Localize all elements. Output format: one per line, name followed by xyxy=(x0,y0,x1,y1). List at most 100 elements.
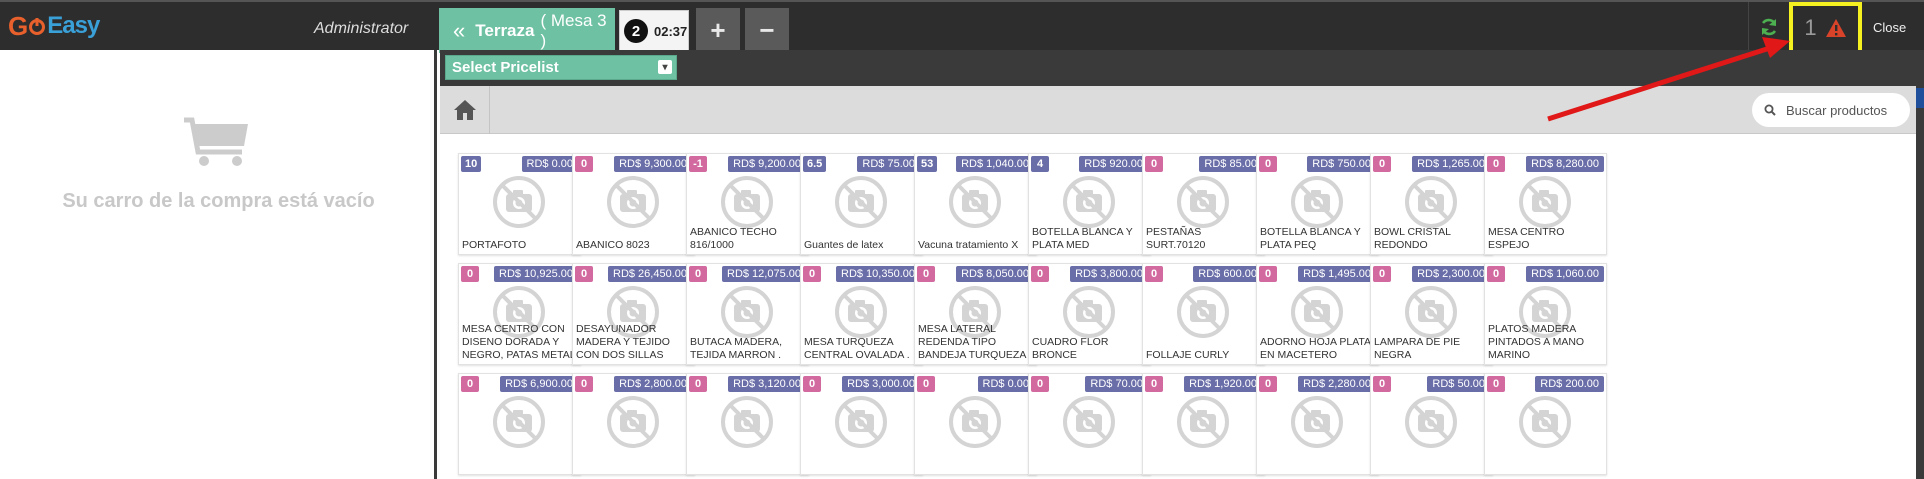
price-badge: RD$ 1,060.00 xyxy=(1526,266,1604,282)
scrollbar-thumb[interactable] xyxy=(1916,88,1924,108)
product-card[interactable]: 0 RD$ 8,280.00 MESA CENTRO ESPEJO xyxy=(1484,153,1607,255)
proxy-alert-indicator[interactable]: 1 xyxy=(1789,2,1862,54)
no-photo-icon xyxy=(949,176,1001,228)
logo-easy: Easy xyxy=(47,12,100,39)
double-chevron-left-icon: « xyxy=(453,17,466,43)
product-name: FOLLAJE CURLY xyxy=(1146,349,1230,361)
product-card[interactable]: 0 RD$ 2,280.00 xyxy=(1256,373,1379,475)
product-card[interactable]: 53 RD$ 1,040.00 Vacuna tratamiento X xyxy=(914,153,1037,255)
price-badge: RD$ 9,200.00 xyxy=(728,156,806,172)
no-photo-icon xyxy=(1063,396,1115,448)
product-card[interactable]: 0 RD$ 3,000.00 xyxy=(800,373,923,475)
stock-qty-badge: 0 xyxy=(1373,376,1391,392)
product-card[interactable]: 0 RD$ 6,900.00 xyxy=(458,373,581,475)
price-badge: RD$ 3,120.00 xyxy=(728,376,806,392)
stock-qty-badge: 4 xyxy=(1031,156,1049,172)
product-card[interactable]: 0 RD$ 10,925.00 MESA CENTRO CON DISENO DOR… xyxy=(458,263,581,365)
product-name: BOWL CRISTAL REDONDO xyxy=(1374,226,1451,251)
product-name: LAMPARA DE PIE NEGRA xyxy=(1374,336,1461,361)
alert-count: 1 xyxy=(1804,15,1817,40)
stock-qty-badge: 0 xyxy=(1259,266,1277,282)
product-card[interactable]: 0 RD$ 0.00 xyxy=(914,373,1037,475)
product-grid: 10 RD$ 0.00 PORTAFOTO 0 RD$ 9,300.00 ABANICO … xyxy=(440,134,1916,479)
search-placeholder: Buscar productos xyxy=(1786,102,1888,118)
product-search-input[interactable]: Buscar productos xyxy=(1752,93,1910,127)
price-badge: RD$ 0.00 xyxy=(977,376,1034,392)
price-badge: RD$ 85.00 xyxy=(1199,156,1262,172)
order-timer-tab[interactable]: 2 02:37 xyxy=(619,10,689,52)
pricelist-select[interactable]: Select Pricelist ▾ xyxy=(445,55,677,80)
product-card[interactable]: 0 RD$ 9,300.00 ABANICO 8023 xyxy=(572,153,695,255)
price-badge: RD$ 0.00 xyxy=(521,156,578,172)
stock-qty-badge: 0 xyxy=(1487,376,1505,392)
no-photo-icon xyxy=(1519,176,1571,228)
price-badge: RD$ 6,900.00 xyxy=(500,376,578,392)
close-button[interactable]: Close xyxy=(1873,20,1906,35)
product-card[interactable]: 0 RD$ 1,920.00 xyxy=(1142,373,1265,475)
product-card[interactable]: 0 RD$ 1,495.00 ADORNO HOJA PLATA EN MACETE… xyxy=(1256,263,1379,365)
no-photo-icon xyxy=(835,396,887,448)
product-name: BOTELLA BLANCA Y PLATA PEQ xyxy=(1260,226,1361,251)
product-card[interactable]: 0 RD$ 12,075.00 BUTACA MADERA, TEJIDA MARR… xyxy=(686,263,809,365)
order-cart-panel: Su carro de la compra está vacío xyxy=(0,50,437,479)
product-card[interactable]: 0 RD$ 200.00 xyxy=(1484,373,1607,475)
stock-qty-badge: -1 xyxy=(689,156,707,172)
product-card[interactable]: 0 RD$ 3,120.00 xyxy=(686,373,809,475)
product-card[interactable]: 4 RD$ 920.00 BOTELLA BLANCA Y PLATA MED xyxy=(1028,153,1151,255)
product-name: BUTACA MADERA, TEJIDA MARRON . xyxy=(690,336,782,361)
product-card[interactable]: 0 RD$ 2,800.00 xyxy=(572,373,695,475)
order-timer: 02:37 xyxy=(654,23,688,39)
stock-qty-badge: 0 xyxy=(461,266,479,282)
logo-go: G xyxy=(8,10,28,41)
search-icon xyxy=(1764,104,1776,116)
no-photo-icon xyxy=(835,176,887,228)
home-category-button[interactable] xyxy=(440,86,490,134)
product-card[interactable]: -1 RD$ 9,200.00 ABANICO TECHO 816/1000 xyxy=(686,153,809,255)
price-badge: RD$ 26,450.00 xyxy=(608,266,692,282)
price-badge: RD$ 750.00 xyxy=(1307,156,1376,172)
product-name: PESTAÑAS SURT.70120 xyxy=(1146,226,1206,251)
product-card[interactable]: 0 RD$ 600.00 FOLLAJE CURLY xyxy=(1142,263,1265,365)
user-name[interactable]: Administrator xyxy=(314,20,408,38)
no-photo-icon xyxy=(1177,396,1229,448)
stock-qty-badge: 0 xyxy=(1487,266,1505,282)
no-photo-icon xyxy=(721,396,773,448)
stock-qty-badge: 0 xyxy=(575,376,593,392)
stock-qty-badge: 0 xyxy=(1031,266,1049,282)
stock-qty-badge: 0 xyxy=(689,376,707,392)
product-card[interactable]: 0 RD$ 85.00 PESTAÑAS SURT.70120 xyxy=(1142,153,1265,255)
product-card[interactable]: 10 RD$ 0.00 PORTAFOTO xyxy=(458,153,581,255)
price-badge: RD$ 3,800.00 xyxy=(1070,266,1148,282)
add-order-button[interactable]: + xyxy=(696,8,740,53)
price-badge: RD$ 10,350.00 xyxy=(836,266,920,282)
no-photo-icon xyxy=(1063,176,1115,228)
product-card[interactable]: 0 RD$ 10,350.00 MESA TURQUEZA CENTRAL OVAL… xyxy=(800,263,923,365)
stock-qty-badge: 0 xyxy=(803,266,821,282)
product-card[interactable]: 0 RD$ 70.00 xyxy=(1028,373,1151,475)
stock-qty-badge: 0 xyxy=(575,266,593,282)
price-badge: RD$ 200.00 xyxy=(1535,376,1604,392)
price-badge: RD$ 75.00 xyxy=(857,156,920,172)
order-count-badge: 2 xyxy=(624,19,648,43)
logo-power-icon xyxy=(29,18,46,35)
product-card[interactable]: 0 RD$ 2,300.00 LAMPARA DE PIE NEGRA xyxy=(1370,263,1493,365)
vertical-scrollbar[interactable] xyxy=(1916,50,1924,479)
product-card[interactable]: 0 RD$ 3,800.00 CUADRO FLOR BRONCE xyxy=(1028,263,1151,365)
cart-empty-message: Su carro de la compra está vacío xyxy=(62,190,375,212)
sync-button[interactable] xyxy=(1748,2,1788,52)
product-name: Vacuna tratamiento X xyxy=(918,239,1019,251)
product-card[interactable]: 0 RD$ 750.00 BOTELLA BLANCA Y PLATA PEQ xyxy=(1256,153,1379,255)
price-badge: RD$ 3,000.00 xyxy=(842,376,920,392)
stock-qty-badge: 0 xyxy=(1373,266,1391,282)
remove-order-button[interactable]: − xyxy=(745,8,789,53)
order-tab-terraza[interactable]: « Terraza ( Mesa 3 ) xyxy=(439,8,615,53)
product-card[interactable]: 0 RD$ 1,265.00 BOWL CRISTAL REDONDO xyxy=(1370,153,1493,255)
product-card[interactable]: 0 RD$ 8,050.00 MESA LATERAL REDENDA TIPO B… xyxy=(914,263,1037,365)
product-card[interactable]: 0 RD$ 26,450.00 DESAYUNADOR MADERA Y TEJID… xyxy=(572,263,695,365)
product-card[interactable]: 0 RD$ 50.00 xyxy=(1370,373,1493,475)
price-badge: RD$ 8,050.00 xyxy=(956,266,1034,282)
product-card[interactable]: 6.5 RD$ 75.00 Guantes de latex xyxy=(800,153,923,255)
product-card[interactable]: 0 RD$ 1,060.00 PLATOS MADERA PINTADOS A MA… xyxy=(1484,263,1607,365)
no-photo-icon xyxy=(1177,176,1229,228)
no-photo-icon xyxy=(1291,286,1343,338)
